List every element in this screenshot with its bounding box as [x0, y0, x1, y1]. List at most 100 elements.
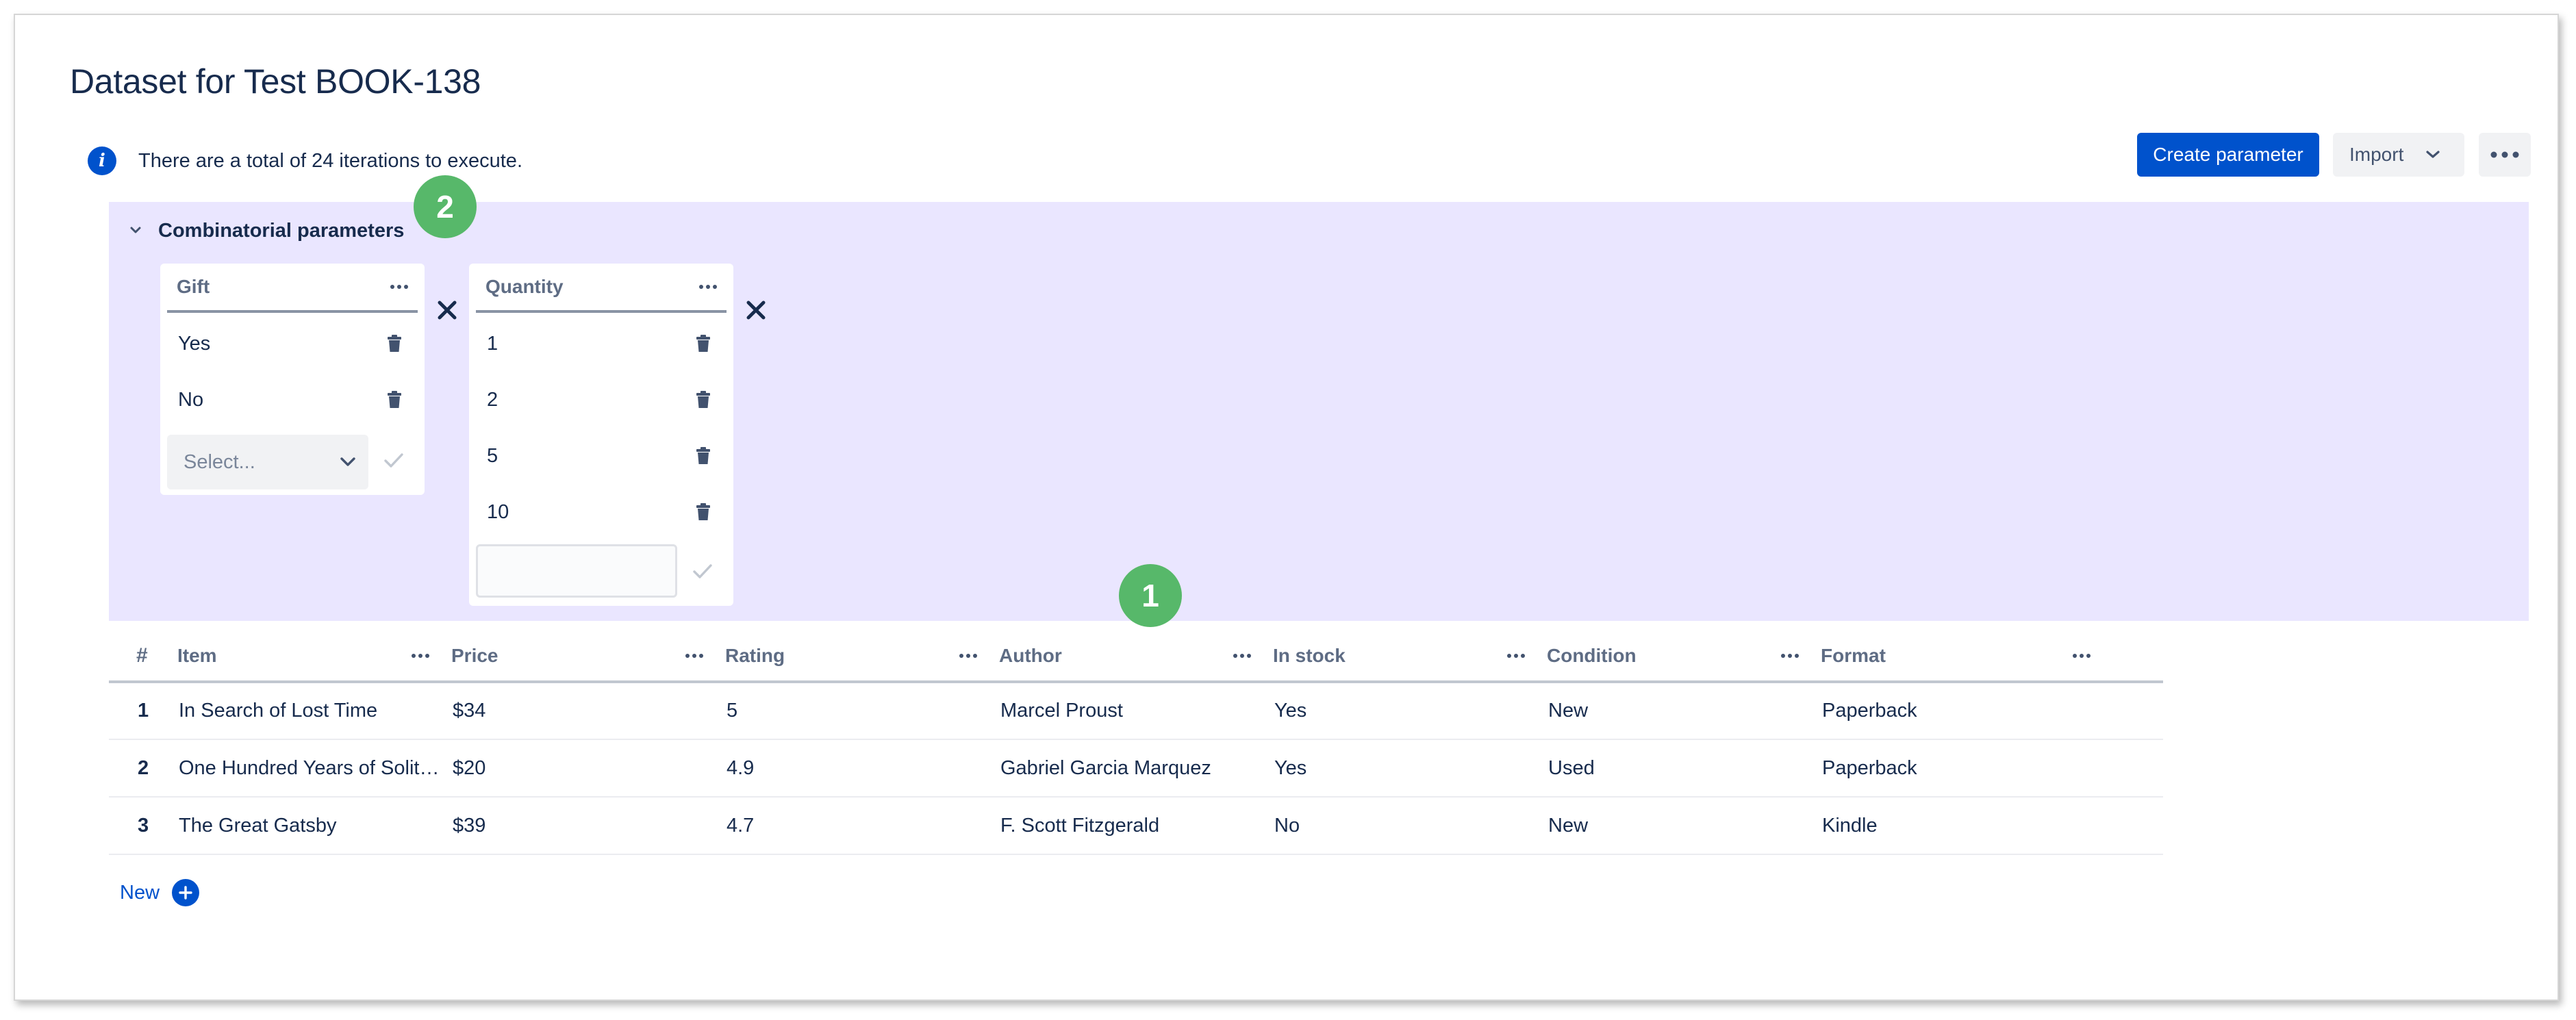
table-cell[interactable]: F. Scott Fitzgerald	[989, 797, 1263, 855]
parameter-value: 2	[487, 388, 498, 411]
info-icon: i	[88, 146, 116, 175]
parameter-value: 1	[487, 332, 498, 355]
column-header-label: In stock	[1273, 645, 1346, 666]
parameter-card-quantity: Quantity 1 2 5 10	[469, 264, 733, 606]
column-header-label: Condition	[1547, 645, 1637, 666]
parameter-header: Quantity	[476, 264, 727, 313]
table-cell[interactable]: Used	[1537, 739, 1811, 798]
select-placeholder: Select...	[184, 450, 255, 473]
table-cell[interactable]: New	[1537, 797, 1811, 855]
parameter-value: Yes	[178, 332, 211, 355]
column-header[interactable]: Author	[989, 631, 1263, 683]
check-icon[interactable]	[383, 452, 404, 469]
table-cell[interactable]: 4.9	[716, 739, 989, 798]
parameter-value-row: No	[167, 372, 418, 428]
parameter-name: Quantity	[485, 276, 564, 297]
more-icon[interactable]	[390, 284, 408, 290]
column-header[interactable]: Rating	[716, 631, 989, 683]
row-index: 3	[109, 797, 168, 855]
more-icon[interactable]	[1507, 653, 1525, 659]
combinatorial-header[interactable]: Combinatorial parameters	[129, 220, 404, 242]
table-cell[interactable]: Paperback	[1811, 682, 2163, 740]
table-cell[interactable]: $39	[442, 797, 716, 855]
trash-icon[interactable]	[386, 335, 403, 353]
column-header[interactable]: Format	[1811, 631, 2163, 683]
table-row[interactable]: 1 In Search of Lost Time $34 5 Marcel Pr…	[109, 682, 2163, 740]
parameter-value: No	[178, 388, 204, 411]
step-badge: 1	[1119, 564, 1182, 627]
table-cell[interactable]: Paperback	[1811, 739, 2163, 798]
parameter-value: 5	[487, 444, 498, 467]
more-icon[interactable]	[1233, 653, 1251, 659]
column-header-label: Price	[451, 645, 498, 666]
table-cell[interactable]: Marcel Proust	[989, 682, 1263, 740]
table-cell[interactable]: Kindle	[1811, 797, 2163, 855]
column-header[interactable]: In stock	[1263, 631, 1537, 683]
plus-icon[interactable]	[172, 879, 200, 906]
more-icon[interactable]	[699, 284, 717, 290]
table-cell[interactable]: No	[1263, 797, 1537, 855]
table-cell[interactable]: $34	[442, 682, 716, 740]
column-header-label: Item	[177, 645, 217, 666]
import-label: Import	[2349, 144, 2404, 165]
new-row-link[interactable]: New	[120, 882, 160, 904]
parameter-value-row: 2	[476, 372, 727, 428]
more-icon[interactable]	[959, 653, 977, 659]
column-header-label: Format	[1821, 645, 1886, 666]
table-cell[interactable]: The Great Gatsby	[168, 797, 442, 855]
times-icon	[745, 299, 767, 321]
chevron-down-icon	[340, 457, 356, 468]
gift-value-select[interactable]: Select...	[167, 435, 368, 489]
column-header[interactable]: Condition	[1537, 631, 1811, 683]
column-header-index: #	[109, 631, 168, 683]
create-parameter-button[interactable]: Create parameter	[2137, 133, 2319, 177]
more-icon[interactable]	[2073, 653, 2091, 659]
parameter-header: Gift	[167, 264, 418, 313]
table-row[interactable]: 2 One Hundred Years of Solitude $20 4.9 …	[109, 739, 2163, 798]
row-index: 1	[109, 682, 168, 740]
parameter-card-gift: Gift Yes No Select...	[160, 264, 425, 495]
parameter-value-row: 5	[476, 428, 727, 484]
trash-icon[interactable]	[695, 447, 711, 465]
table-cell[interactable]: One Hundred Years of Solitude	[168, 739, 442, 798]
parameter-value-row: 1	[476, 316, 727, 372]
more-icon	[2490, 150, 2519, 160]
page-title: Dataset for Test BOOK-138	[70, 62, 481, 101]
parameter-name: Gift	[177, 276, 210, 297]
table-cell[interactable]: $20	[442, 739, 716, 798]
table-cell[interactable]: Yes	[1263, 739, 1537, 798]
more-icon[interactable]	[412, 653, 429, 659]
more-icon[interactable]	[685, 653, 703, 659]
table-cell[interactable]: 4.7	[716, 797, 989, 855]
new-row-action[interactable]: New	[120, 879, 200, 906]
check-icon[interactable]	[692, 563, 713, 580]
more-actions-button[interactable]	[2479, 133, 2531, 177]
column-header[interactable]: Price	[442, 631, 716, 683]
parameter-value: 10	[487, 500, 509, 523]
column-header-label: Author	[999, 645, 1062, 666]
column-header[interactable]: Item	[168, 631, 442, 683]
table-cell[interactable]: 5	[716, 682, 989, 740]
table-cell[interactable]: Gabriel Garcia Marquez	[989, 739, 1263, 798]
table-cell[interactable]: New	[1537, 682, 1811, 740]
more-icon[interactable]	[1781, 653, 1799, 659]
table-cell[interactable]: Yes	[1263, 682, 1537, 740]
combinatorial-parameters-panel: Combinatorial parameters Gift Yes No Sel…	[109, 202, 2529, 621]
quantity-value-input[interactable]	[476, 544, 677, 598]
app-window: Dataset for Test BOOK-138 i There are a …	[14, 14, 2559, 1001]
table-header-row: # Item Price Rating Author In stock Cond…	[109, 631, 2163, 683]
trash-icon[interactable]	[695, 335, 711, 353]
parameter-value-row: 10	[476, 484, 727, 540]
trash-icon[interactable]	[386, 391, 403, 409]
chevron-down-icon[interactable]	[129, 225, 142, 238]
table-row[interactable]: 3 The Great Gatsby $39 4.7 F. Scott Fitz…	[109, 797, 2163, 855]
times-icon	[436, 299, 458, 321]
trash-icon[interactable]	[695, 391, 711, 409]
chevron-down-icon	[2425, 150, 2440, 160]
table-cell[interactable]: In Search of Lost Time	[168, 682, 442, 740]
import-button[interactable]: Import	[2333, 133, 2464, 177]
info-banner: i There are a total of 24 iterations to …	[88, 146, 522, 175]
trash-icon[interactable]	[695, 503, 711, 521]
iterations-info-text: There are a total of 24 iterations to ex…	[138, 149, 522, 172]
row-index: 2	[109, 739, 168, 798]
